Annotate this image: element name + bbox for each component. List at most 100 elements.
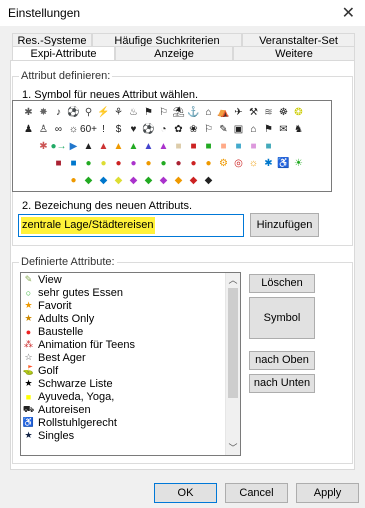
symbol-option-icon[interactable] <box>21 155 36 172</box>
attribute-list-item[interactable]: ○ sehr gutes Essen <box>21 286 240 299</box>
symbol-option-icon[interactable] <box>36 155 51 172</box>
symbol-option-icon[interactable]: ▲ <box>81 138 96 155</box>
symbol-option-icon[interactable]: ● <box>66 172 81 189</box>
symbol-option-icon[interactable]: ❀ <box>186 121 201 138</box>
scroll-thumb[interactable] <box>228 288 238 398</box>
attribute-list-item[interactable]: ★ Adults Only <box>21 312 240 325</box>
attribute-list-item[interactable]: ★ Schwarze Liste <box>21 377 240 390</box>
symbol-option-icon[interactable]: ♨ <box>126 104 141 121</box>
tab-res-systeme[interactable]: Res.-Systeme <box>12 33 92 47</box>
scroll-down-icon[interactable]: ﹀ <box>226 441 240 455</box>
symbol-option-icon[interactable] <box>246 172 261 189</box>
symbol-option-icon[interactable]: ● <box>186 155 201 172</box>
symbol-option-icon[interactable]: ⚘ <box>111 104 126 121</box>
symbol-option-icon[interactable]: ■ <box>216 138 231 155</box>
symbol-option-icon[interactable]: ⚙ <box>216 155 231 172</box>
attribute-list-item[interactable]: ✎ View <box>21 273 240 286</box>
symbol-option-icon[interactable]: ✱ <box>36 138 51 155</box>
close-icon[interactable]: ✕ <box>342 3 355 23</box>
cancel-button[interactable]: Cancel <box>225 483 288 503</box>
symbol-option-icon[interactable]: ● <box>96 155 111 172</box>
move-down-button[interactable]: nach Unten <box>249 374 315 393</box>
symbol-option-icon[interactable]: ⌂ <box>201 104 216 121</box>
symbol-option-icon[interactable]: ⚐ <box>201 121 216 138</box>
symbol-option-icon[interactable]: ⛱ <box>171 104 186 121</box>
symbol-option-icon[interactable]: ■ <box>171 138 186 155</box>
symbol-option-icon[interactable] <box>276 138 291 155</box>
list-scrollbar[interactable]: ︿ ﹀ <box>225 273 240 455</box>
symbol-option-icon[interactable]: ⚑ <box>141 104 156 121</box>
attribute-name-input[interactable]: zentrale Lage/Städtereisen <box>18 214 244 237</box>
symbol-option-icon[interactable]: ● <box>126 155 141 172</box>
symbol-option-icon[interactable]: ■ <box>201 138 216 155</box>
symbol-option-icon[interactable]: ▶ <box>66 138 81 155</box>
symbol-option-icon[interactable]: ∞ <box>51 121 66 138</box>
symbol-option-icon[interactable]: ▲ <box>111 138 126 155</box>
symbol-option-icon[interactable]: ⚽ <box>141 121 156 138</box>
symbol-option-icon[interactable]: ♿ <box>276 155 291 172</box>
symbol-option-icon[interactable]: ▲ <box>156 138 171 155</box>
attribute-list-item[interactable]: ⛟ Autoreisen <box>21 403 240 416</box>
symbol-option-icon[interactable]: ◆ <box>111 172 126 189</box>
symbol-option-icon[interactable]: ✱ <box>21 104 36 121</box>
add-button[interactable]: Hinzufügen <box>250 213 319 237</box>
symbol-option-icon[interactable]: ● <box>111 155 126 172</box>
attribute-list-item[interactable]: ★ Favorit <box>21 299 240 312</box>
tab-weitere[interactable]: Weitere <box>233 46 355 60</box>
symbol-option-icon[interactable]: ♟ <box>21 121 36 138</box>
symbol-option-icon[interactable]: ● <box>171 155 186 172</box>
symbol-option-icon[interactable]: ☸ <box>276 104 291 121</box>
symbol-option-icon[interactable]: ◆ <box>156 172 171 189</box>
symbol-option-icon[interactable]: ⛺ <box>216 104 231 121</box>
attribute-list-item[interactable]: ⛳ Golf <box>21 364 240 377</box>
symbol-option-icon[interactable]: ■ <box>66 155 81 172</box>
attribute-list-item[interactable]: ● Baustelle <box>21 325 240 338</box>
symbol-option-icon[interactable]: ● <box>141 155 156 172</box>
ok-button[interactable]: OK <box>154 483 217 503</box>
tab-anzeige[interactable]: Anzeige <box>115 46 233 60</box>
symbol-option-icon[interactable]: ❂ <box>291 104 306 121</box>
symbol-option-icon[interactable]: ⚒ <box>246 104 261 121</box>
symbol-option-icon[interactable]: ! <box>96 121 111 138</box>
delete-button[interactable]: Löschen <box>249 274 315 293</box>
symbol-option-icon[interactable]: ✈ <box>231 104 246 121</box>
symbol-option-icon[interactable]: ●→ <box>50 138 66 155</box>
symbol-option-icon[interactable]: $ <box>111 121 126 138</box>
symbol-option-icon[interactable]: ⌂ <box>246 121 261 138</box>
symbol-option-icon[interactable] <box>291 172 306 189</box>
symbol-option-icon[interactable]: ▣ <box>231 121 246 138</box>
symbol-option-icon[interactable]: ◆ <box>126 172 141 189</box>
symbol-option-icon[interactable]: ☀ <box>291 155 306 172</box>
symbol-option-icon[interactable]: ⛟ <box>231 172 246 189</box>
attribute-list-item[interactable]: ☆ Best Ager <box>21 351 240 364</box>
symbol-option-icon[interactable]: ■ <box>186 138 201 155</box>
symbol-option-icon[interactable]: ■ <box>231 138 246 155</box>
symbol-option-icon[interactable]: ◆ <box>96 172 111 189</box>
symbol-option-icon[interactable]: ♞ <box>291 121 306 138</box>
symbol-option-icon[interactable]: ✎ <box>216 121 231 138</box>
symbol-option-icon[interactable]: ☼ <box>66 121 81 138</box>
symbol-option-icon[interactable]: ◆ <box>216 172 231 189</box>
symbol-option-icon[interactable] <box>21 138 36 155</box>
symbol-option-icon[interactable] <box>291 138 306 155</box>
attribute-list-item[interactable]: ★ Singles <box>21 429 240 442</box>
symbol-option-icon[interactable]: ⚲ <box>81 104 96 121</box>
change-symbol-button[interactable]: Symbol ändern <box>249 297 315 364</box>
symbol-option-icon[interactable]: ✲ <box>21 172 36 189</box>
symbol-option-icon[interactable]: ♙ <box>36 121 51 138</box>
symbol-option-icon[interactable]: ▲ <box>96 138 111 155</box>
symbol-option-icon[interactable]: ✿ <box>171 121 186 138</box>
symbol-option-icon[interactable] <box>36 172 51 189</box>
symbol-option-icon[interactable]: ♪ <box>51 104 66 121</box>
symbol-option-icon[interactable] <box>276 172 291 189</box>
symbol-option-icon[interactable] <box>51 172 66 189</box>
move-up-button[interactable]: nach Oben <box>249 351 315 370</box>
symbol-option-icon[interactable]: ◆ <box>141 172 156 189</box>
apply-button[interactable]: Apply <box>296 483 359 503</box>
symbol-option-icon[interactable]: ● <box>156 155 171 172</box>
tab-haeufige-suchkriterien[interactable]: Häufige Suchkriterien <box>92 33 242 47</box>
symbol-option-icon[interactable]: ☼ <box>246 155 261 172</box>
symbol-option-icon[interactable]: ■ <box>246 138 261 155</box>
symbol-option-icon[interactable]: ✸ <box>36 104 51 121</box>
symbol-option-icon[interactable]: ● <box>201 155 216 172</box>
